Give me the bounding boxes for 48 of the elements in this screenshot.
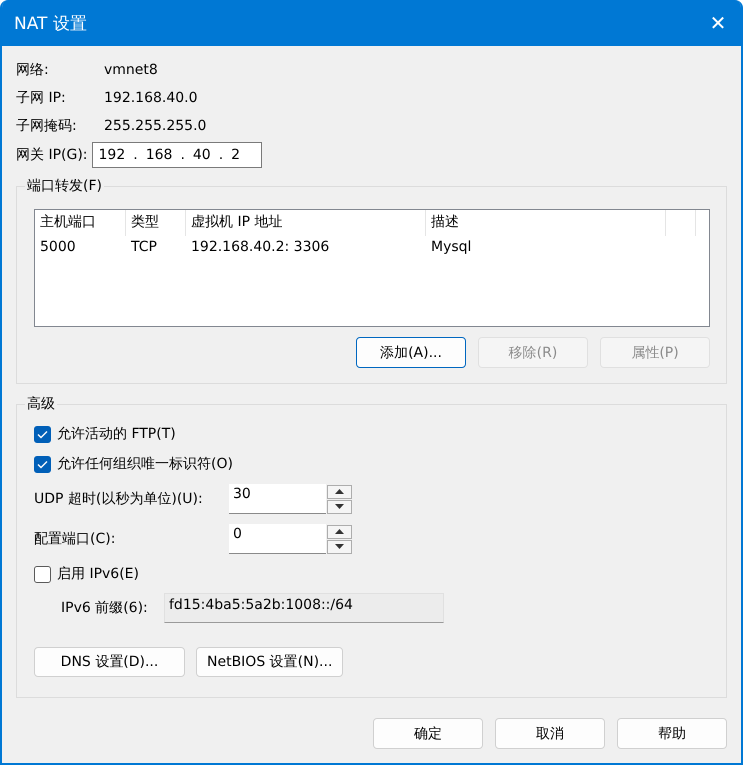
spin-down-button[interactable] (327, 500, 352, 514)
field-label: 网络: (16, 61, 50, 79)
spin-down-button[interactable] (327, 540, 352, 554)
dialog-button[interactable]: 添加(A)... (356, 337, 466, 368)
checkmark-icon (37, 460, 48, 468)
number-field[interactable]: 0 (229, 524, 326, 554)
table-cell-text: 5000 (39, 238, 77, 257)
table-cell-text: TCP (130, 238, 158, 257)
checkbox-label: 允许任何组织唯一标识符(O) (57, 455, 233, 473)
checkbox[interactable] (34, 426, 51, 442)
down-triangle-icon (335, 544, 344, 549)
down-triangle-icon (335, 504, 344, 509)
field-label: IPv6 前缀(6): (61, 599, 149, 617)
field-label: 网关 IP(G): (16, 146, 88, 164)
checkbox-label: 启用 IPv6(E) (57, 565, 139, 583)
column-header[interactable]: 虚拟机 IP 地址 (186, 210, 426, 236)
field-value: 255.255.255.0 (104, 118, 206, 134)
field-label: 配置端口(C): (34, 530, 116, 548)
dialog-button[interactable]: 帮助 (617, 718, 727, 749)
spin-up-button[interactable] (327, 524, 352, 538)
spin-up-button[interactable] (327, 484, 352, 498)
up-triangle-icon (335, 489, 344, 494)
field-label: 子网 IP: (16, 89, 67, 107)
field-label: UDP 超时(以秒为单位)(U): (34, 490, 204, 508)
up-triangle-icon (335, 529, 344, 534)
group-title: 端口转发(F) (25, 177, 104, 195)
dialog-button[interactable]: NetBIOS 设置(N)... (196, 647, 344, 677)
ip-address-field[interactable]: 192 . 168 . 40 . 2 (92, 142, 262, 168)
checkbox[interactable] (34, 566, 51, 582)
field-label: 子网掩码: (16, 117, 78, 135)
prefix-field[interactable]: fd15:4ba5:5a2b:1008::/64 (164, 593, 444, 623)
column-header[interactable]: 类型 (126, 210, 186, 236)
checkmark-icon (37, 430, 48, 438)
field-value: 192.168.40.0 (104, 90, 198, 106)
column-header[interactable]: 描述 (426, 210, 666, 236)
table-cell-text: Mysql (430, 238, 472, 257)
close-button[interactable]: ✕ (695, 0, 741, 46)
table-cell-text: 192.168.40.2: 3306 (190, 238, 330, 257)
dialog-button[interactable]: DNS 设置(D)... (34, 647, 185, 677)
dialog-button[interactable]: 确定 (373, 718, 483, 749)
column-header[interactable]: 主机端口 (35, 210, 126, 236)
number-field[interactable]: 30 (229, 484, 326, 514)
window-title: NAT 设置 (14, 12, 87, 34)
group-title: 高级 (25, 395, 57, 413)
field-value: vmnet8 (104, 62, 158, 78)
checkbox-label: 允许活动的 FTP(T) (57, 425, 176, 443)
dialog-button[interactable]: 取消 (495, 718, 605, 749)
checkbox[interactable] (34, 456, 51, 472)
